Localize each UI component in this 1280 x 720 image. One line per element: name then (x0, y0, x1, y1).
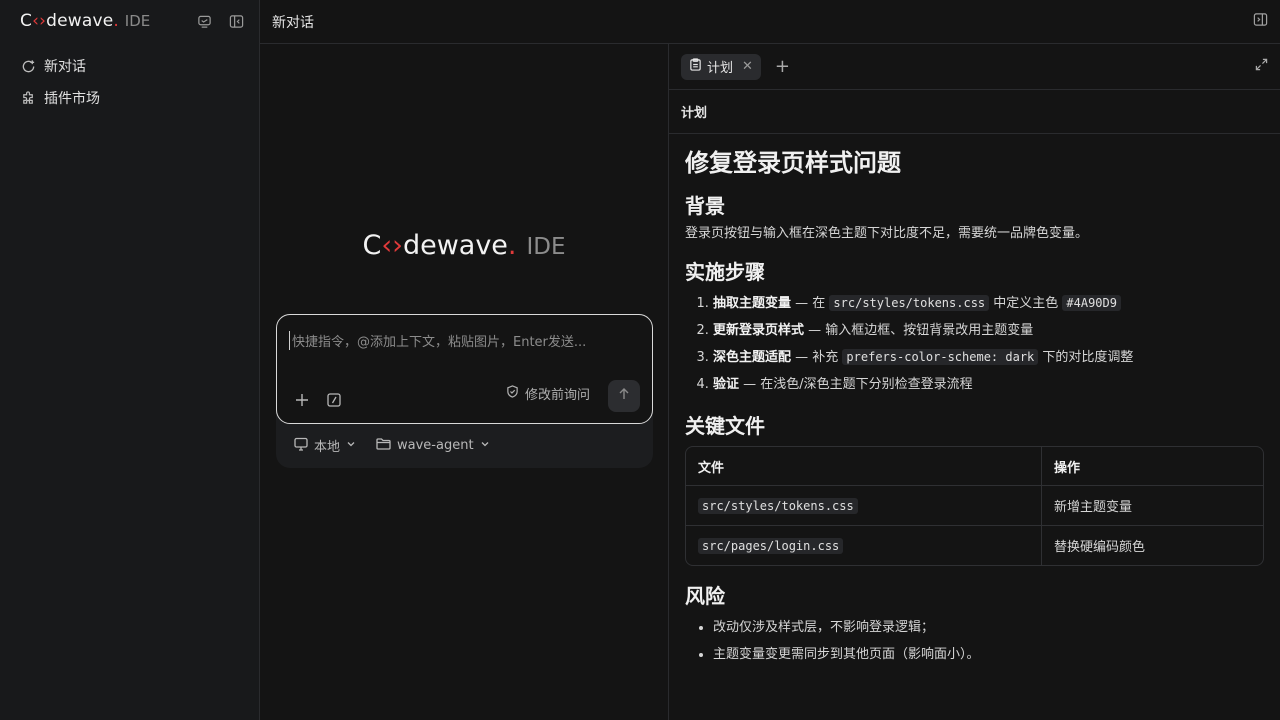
add-tab-icon[interactable]: + (775, 56, 790, 77)
sidebar: C ‹› dewave. IDE 新对话 插件市场 (0, 0, 260, 720)
sidebar-item-label: 新对话 (44, 59, 86, 75)
section-heading: 风险 (685, 584, 725, 608)
list-item: 抽取主题变量 — 在 src/styles/tokens.css 中定义主色 #… (713, 290, 1264, 318)
table-cell: 新增主题变量 (1054, 500, 1133, 515)
sidebar-item-plugin-market[interactable]: 插件市场 (0, 82, 259, 114)
table-row: src/styles/tokens.css 新增主题变量 (686, 485, 1263, 525)
app-logo: C ‹› dewave. IDE (20, 11, 151, 31)
close-icon[interactable]: ✕ (742, 59, 753, 74)
sidebar-header: C ‹› dewave. IDE (0, 0, 259, 42)
environment-label: 本地 (314, 440, 341, 455)
message-input[interactable]: 快捷指令，@添加上下文，粘贴图片，Enter发送... (289, 331, 586, 350)
toggle-panel-icon[interactable] (1253, 12, 1268, 31)
background-text: 登录页按钮与输入框在深色主题下对比度不足，需要统一品牌色变量。 (685, 226, 1089, 241)
approval-mode-button[interactable]: 修改前询问 (506, 384, 590, 403)
folder-icon (376, 437, 391, 455)
collapse-sidebar-icon[interactable] (227, 12, 245, 30)
table-row: src/pages/login.css 替换硬编码颜色 (686, 525, 1263, 565)
files-table: 文件 操作 src/styles/tokens.css 新增主题变量 src/p… (685, 446, 1264, 566)
slash-command-icon[interactable] (327, 393, 341, 411)
tab-plan[interactable]: 计划 ✕ (681, 53, 761, 80)
folder-label: wave-agent (397, 438, 474, 453)
section-heading: 关键文件 (685, 414, 765, 438)
message-composer[interactable]: 快捷指令，@添加上下文，粘贴图片，Enter发送... 修改前询问 (276, 314, 653, 424)
top-header: 新对话 (260, 0, 1280, 44)
list-item: 改动仅涉及样式层，不影响登录逻辑； (713, 614, 1264, 641)
page-title: 新对话 (272, 14, 314, 31)
send-button[interactable] (608, 380, 640, 412)
chat-area: C‹›dewave. IDE 快捷指令，@添加上下文，粘贴图片，Enter发送..… (260, 44, 668, 720)
section-heading: 实施步骤 (685, 260, 765, 284)
section-heading: 背景 (685, 194, 725, 218)
composer-container: 快捷指令，@添加上下文，粘贴图片，Enter发送... 修改前询问 本地 wav… (276, 314, 653, 468)
logo-mark: ‹› (32, 11, 47, 31)
chat-history-icon[interactable] (195, 12, 213, 30)
environment-selector[interactable]: 本地 (294, 436, 356, 455)
add-attachment-icon[interactable] (295, 393, 309, 411)
plan-panel: 计划 ✕ + 计划 修复登录页样式问题 背景 登录页按钮与输入框在深色主题下对比… (668, 44, 1280, 720)
sidebar-item-new-chat[interactable]: 新对话 (0, 50, 259, 82)
approval-mode-label: 修改前询问 (524, 388, 590, 403)
tab-label: 计划 (707, 61, 734, 76)
workspace-folder-selector[interactable]: wave-agent (376, 437, 490, 455)
arrow-up-icon (618, 388, 630, 404)
monitor-icon (294, 437, 308, 455)
list-item: 深色主题适配 — 补充 prefers-color-scheme: dark 下… (713, 344, 1264, 372)
clipboard-icon (689, 58, 702, 75)
logo-mark: ‹› (381, 230, 403, 261)
list-item: 主题变量变更需同步到其他页面（影响面小）。 (713, 641, 1264, 668)
list-item: 验证 — 在浅色/深色主题下分别检查登录流程 (713, 372, 1264, 399)
chat-plus-icon (20, 58, 36, 74)
plan-document: 修复登录页样式问题 背景 登录页按钮与输入框在深色主题下对比度不足，需要统一品牌… (669, 134, 1280, 668)
list-item: 更新登录页样式 — 输入框边框、按钮背景改用主题变量 (713, 318, 1264, 345)
table-header-cell: 文件 (686, 447, 1042, 485)
table-cell: src/styles/tokens.css (686, 486, 1042, 525)
table-cell: src/pages/login.css (686, 526, 1042, 565)
table-header-cell: 操作 (1054, 460, 1081, 476)
puzzle-icon (20, 90, 36, 106)
chevron-down-icon (346, 438, 356, 453)
risks-list: 改动仅涉及样式层，不影响登录逻辑； 主题变量变更需同步到其他页面（影响面小）。 (713, 614, 1264, 668)
chevron-down-icon (480, 438, 490, 453)
panel-tabbar: 计划 ✕ + (669, 44, 1280, 90)
table-cell: 替换硬编码颜色 (1054, 540, 1146, 555)
panel-title: 计划 (669, 90, 1280, 134)
sidebar-item-label: 插件市场 (44, 91, 100, 107)
table-header-row: 文件 操作 (686, 447, 1263, 485)
doc-title: 修复登录页样式问题 (685, 149, 901, 177)
center-logo: C‹›dewave. IDE (362, 230, 566, 261)
shield-check-icon (506, 385, 519, 402)
expand-icon[interactable] (1255, 58, 1268, 75)
steps-list: 抽取主题变量 — 在 src/styles/tokens.css 中定义主色 #… (713, 290, 1264, 398)
